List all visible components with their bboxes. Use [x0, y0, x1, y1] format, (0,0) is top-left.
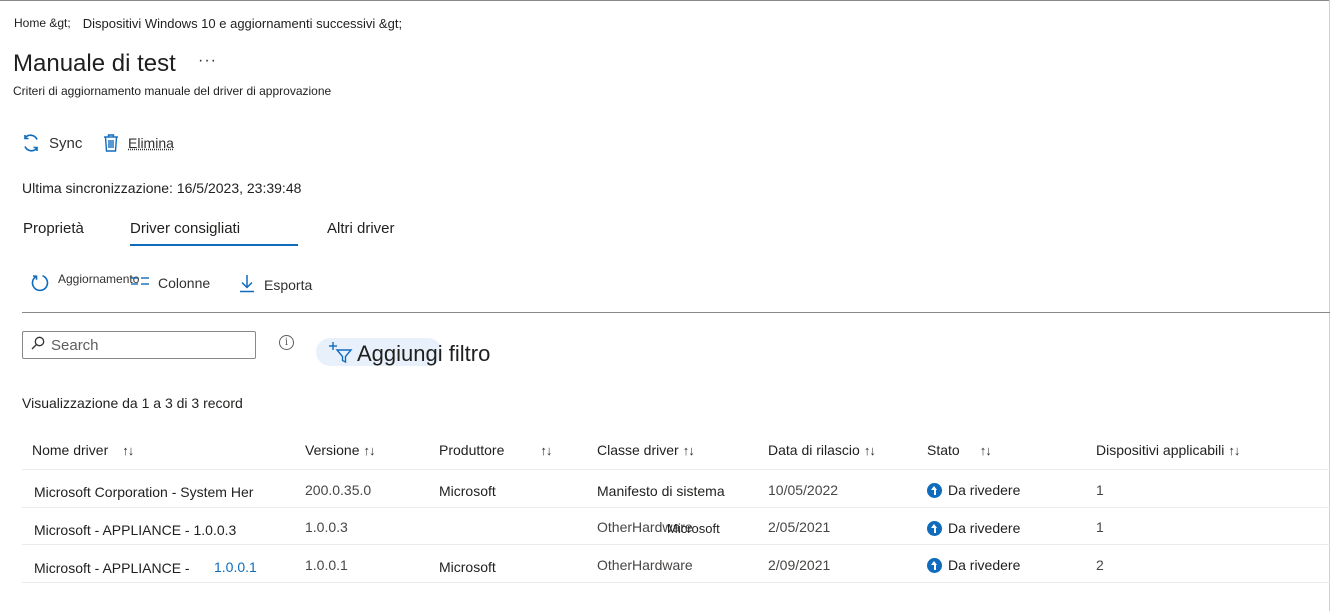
breadcrumb: Home &gt; Dispositivi Windows 10 e aggio… [14, 16, 402, 31]
breadcrumb-home[interactable]: Home &gt; [14, 16, 71, 31]
tab-other-drivers[interactable]: Altri driver [327, 220, 395, 237]
cell-release-date: 2/09/2021 [768, 557, 831, 573]
status-label: Da rivedere [948, 557, 1021, 573]
cell-manufacturer: Microsoft [439, 483, 496, 499]
sort-icon[interactable]: ↑↓ [683, 443, 695, 458]
page-title: Manuale di test [13, 50, 176, 77]
table-row[interactable]: Microsoft - APPLIANCE - 1.0.0.1 1.0.0.1 … [22, 546, 1330, 583]
page-subtitle: Criteri di aggiornamento manuale del dri… [13, 84, 332, 98]
cell-version: 200.0.35.0 [305, 482, 372, 498]
status-label: Da rivedere [948, 520, 1021, 536]
cell-applicable-devices: 1 [1096, 519, 1104, 535]
cell-release-date: 10/05/2022 [768, 482, 839, 498]
sync-label: Sync [49, 134, 83, 152]
cell-status: Da rivedere [927, 482, 1020, 498]
sort-icon[interactable]: ↑↓ [864, 443, 876, 458]
top-border [0, 0, 1330, 1]
cell-applicable-devices: 1 [1096, 482, 1104, 498]
search-icon [31, 336, 45, 355]
table-row[interactable]: Microsoft Corporation - System Her 200.0… [22, 471, 1330, 508]
trash-icon [102, 133, 120, 153]
sort-icon[interactable]: ↑↓ [122, 443, 134, 458]
cell-driver-name[interactable]: Microsoft - APPLIANCE - 1.0.0.3 [34, 522, 236, 538]
cell-version: 1.0.0.1 [305, 557, 348, 573]
breadcrumb-current[interactable]: Dispositivi Windows 10 e aggiornamenti s… [83, 16, 402, 31]
header-driver-class[interactable]: Classe driver ↑↓ [597, 442, 695, 458]
add-filter-label: Aggiungi filtro [357, 341, 491, 366]
columns-label: Colonne [158, 275, 211, 291]
table-row[interactable]: Microsoft - APPLIANCE - 1.0.0.3 1.0.0.3 … [22, 508, 1330, 545]
sync-button[interactable]: Sync [21, 133, 82, 153]
search-input[interactable] [51, 336, 241, 354]
sync-icon [21, 133, 41, 153]
add-filter-button[interactable]: Aggiungi filtro [316, 338, 490, 366]
header-status[interactable]: Stato ↑↓ [927, 442, 992, 458]
tab-recommended-drivers[interactable]: Driver consigliati [130, 220, 240, 237]
delete-label: Elimina [128, 135, 174, 151]
export-label: Esporta [264, 277, 313, 293]
add-filter-icon [328, 341, 354, 370]
header-version[interactable]: Versione ↑↓ [305, 442, 375, 458]
refresh-label: Aggiornamento [58, 272, 140, 286]
columns-icon [130, 274, 150, 288]
columns-button[interactable]: Colonne [130, 273, 211, 291]
cell-manufacturer: Microsoft [667, 521, 720, 536]
more-options-icon[interactable]: ··· [198, 52, 217, 70]
table-header: Nome driver ↑↓ Versione ↑↓ Produttore ↑↓… [22, 434, 1330, 470]
cell-driver-name-link[interactable]: 1.0.0.1 [214, 559, 257, 575]
tab-properties[interactable]: Proprietà [23, 220, 84, 237]
active-tab-indicator [130, 244, 298, 246]
delete-button[interactable]: Elimina [102, 133, 174, 153]
status-label: Da rivedere [948, 482, 1021, 498]
arrow-up-circle-icon [927, 520, 942, 536]
cell-status: Da rivedere [927, 557, 1020, 573]
header-release-date[interactable]: Data di rilascio ↑↓ [768, 442, 876, 458]
cell-manufacturer: Microsoft [439, 559, 496, 575]
search-box[interactable] [22, 331, 256, 359]
refresh-icon [30, 273, 50, 293]
cell-driver-name[interactable]: Microsoft - APPLIANCE - [34, 560, 190, 576]
header-driver-name[interactable]: Nome driver ↑↓ [32, 442, 134, 458]
header-applicable-devices[interactable]: Dispositivi applicabili ↑↓ [1096, 442, 1240, 458]
last-sync-text: Ultima sincronizzazione: 16/5/2023, 23:3… [22, 180, 302, 196]
export-button[interactable]: Esporta [238, 273, 312, 293]
cell-applicable-devices: 2 [1096, 557, 1104, 573]
cell-driver-name[interactable]: Microsoft Corporation - System Her [34, 484, 253, 500]
sort-icon[interactable]: ↑↓ [1228, 443, 1240, 458]
refresh-button[interactable]: Aggiornamento [30, 272, 140, 293]
download-icon [238, 273, 256, 293]
cell-driver-class: OtherHardware [597, 557, 693, 573]
info-icon[interactable]: i [279, 335, 294, 350]
sort-icon[interactable]: ↑↓ [540, 443, 552, 458]
cell-status: Da rivedere [927, 520, 1020, 536]
sort-icon[interactable]: ↑↓ [980, 443, 992, 458]
cell-driver-class: Manifesto di sistema [597, 483, 725, 499]
record-count-text: Visualizzazione da 1 a 3 di 3 record [22, 395, 243, 411]
toolbar-divider [22, 312, 1330, 313]
header-manufacturer[interactable]: Produttore ↑↓ [439, 442, 552, 458]
cell-version: 1.0.0.3 [305, 519, 348, 535]
arrow-up-circle-icon [927, 557, 942, 573]
sort-icon[interactable]: ↑↓ [363, 443, 375, 458]
arrow-up-circle-icon [927, 482, 942, 498]
cell-release-date: 2/05/2021 [768, 519, 831, 535]
